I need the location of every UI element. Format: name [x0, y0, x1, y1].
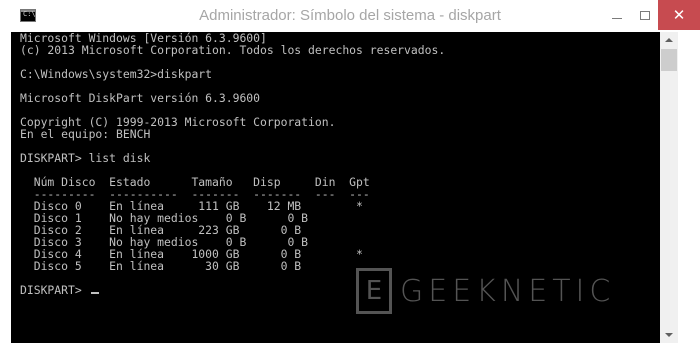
maximize-icon — [640, 10, 650, 20]
arrow-down-icon — [665, 333, 673, 337]
console-output: Microsoft Windows [Versión 6.3.9600] (c)… — [20, 32, 445, 296]
geeknetic-logo-icon: E — [356, 268, 392, 314]
text-cursor — [90, 292, 99, 294]
scroll-thumb[interactable] — [661, 49, 677, 71]
console-line: En el equipo: BENCH — [20, 127, 151, 141]
console-line: Microsoft DiskPart versión 6.3.9600 — [20, 91, 261, 105]
minimize-icon — [612, 17, 622, 19]
console-line: DISKPART> list disk — [20, 151, 151, 165]
console-line: Disco 5 En línea 30 GB 0 B — [20, 259, 302, 273]
scroll-down-button[interactable] — [660, 327, 678, 343]
watermark-text: GEEKNETIC — [400, 273, 616, 309]
title-bar[interactable]: C:\ Administrador: Símbolo del sistema -… — [0, 0, 700, 32]
geeknetic-watermark: E GEEKNETIC — [356, 267, 615, 315]
console-prompt: DISKPART> — [20, 283, 89, 297]
window-title: Administrador: Símbolo del sistema - dis… — [199, 7, 501, 24]
scroll-up-button[interactable] — [660, 32, 678, 48]
minimize-button[interactable] — [602, 0, 632, 30]
close-button[interactable]: ✕ — [658, 0, 700, 30]
arrow-up-icon — [665, 38, 673, 42]
console-line: C:\Windows\system32>diskpart — [20, 67, 213, 81]
maximize-button[interactable] — [632, 0, 658, 30]
vertical-scrollbar[interactable] — [660, 32, 678, 343]
console-line: (c) 2013 Microsoft Corporation. Todos lo… — [20, 43, 446, 57]
window-border — [678, 32, 700, 343]
command-prompt-window: C:\ Administrador: Símbolo del sistema -… — [0, 0, 700, 343]
close-icon: ✕ — [672, 6, 686, 24]
